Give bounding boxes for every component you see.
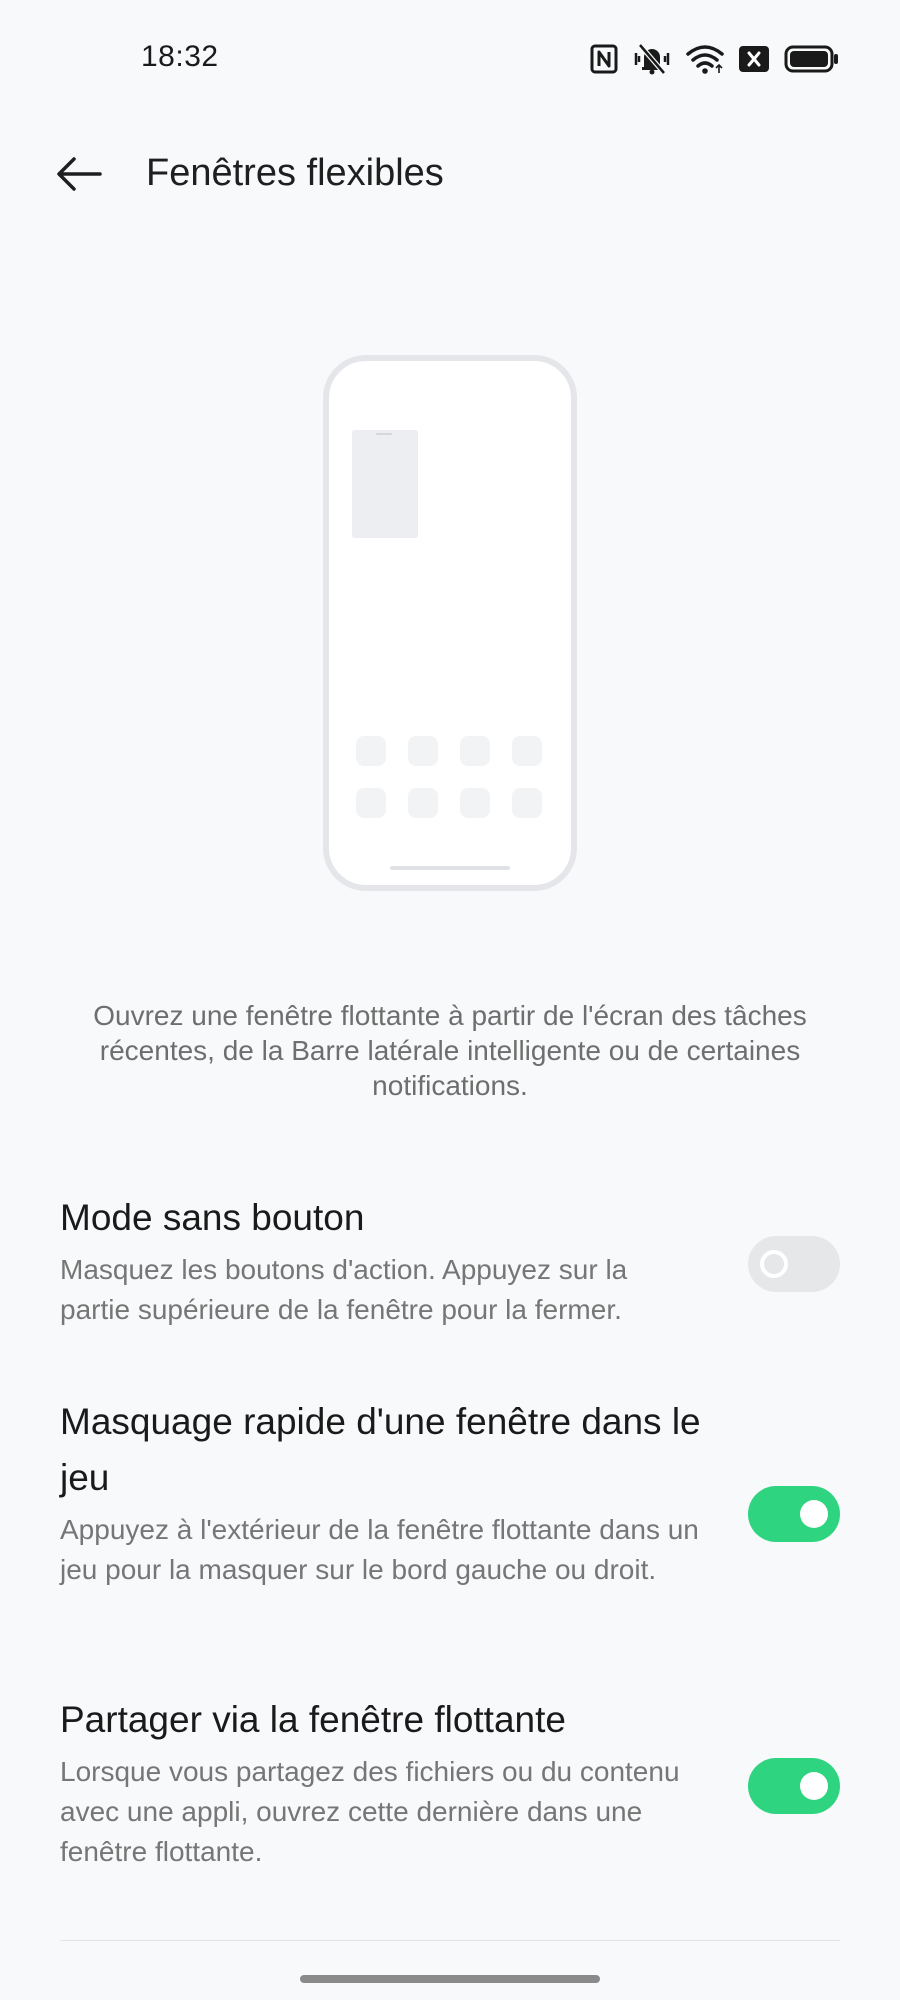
setting-row-buttonless-mode[interactable]: Mode sans bouton Masquez les boutons d'a… [60,1190,840,1330]
screen: 18:32 Fenêtres flexibles Ouvrez une fenê… [0,0,900,2000]
setting-row-quick-hide-in-game[interactable]: Masquage rapide d'une fenêtre dans le je… [60,1394,840,1590]
toggle-knob [800,1500,828,1528]
phone-illustration [322,354,578,892]
page-title: Fenêtres flexibles [146,152,444,194]
sim-error-icon [738,45,770,73]
quick-hide-in-game-toggle[interactable] [748,1486,840,1542]
setting-title: Mode sans bouton [60,1197,365,1238]
arrow-left-icon [54,156,104,197]
battery-icon [784,44,840,74]
setting-description: Appuyez à l'extérieur de la fenêtre flot… [60,1514,699,1585]
toggle-knob [800,1772,828,1800]
status-time: 18:32 [141,40,219,73]
app-header: Fenêtres flexibles [0,130,900,220]
back-button[interactable] [44,148,114,204]
home-indicator[interactable] [300,1975,600,1983]
divider [60,1940,840,1941]
status-bar: 18:32 [0,0,900,120]
status-icons [590,42,840,76]
buttonless-mode-toggle[interactable] [748,1236,840,1292]
setting-row-share-via-floating-window[interactable]: Partager via la fenêtre flottante Lorsqu… [60,1692,840,1872]
nfc-icon [590,44,618,74]
share-via-floating-window-toggle[interactable] [748,1758,840,1814]
toggle-knob [760,1250,788,1278]
intro-description: Ouvrez une fenêtre flottante à partir de… [93,1000,807,1101]
vibrate-icon [632,43,672,75]
setting-title: Partager via la fenêtre flottante [60,1699,566,1740]
setting-title: Masquage rapide d'une fenêtre dans le je… [60,1401,701,1498]
setting-description: Masquez les boutons d'action. Appuyez su… [60,1254,628,1325]
wifi-icon [686,44,724,74]
setting-description: Lorsque vous partagez des fichiers ou du… [60,1756,680,1867]
